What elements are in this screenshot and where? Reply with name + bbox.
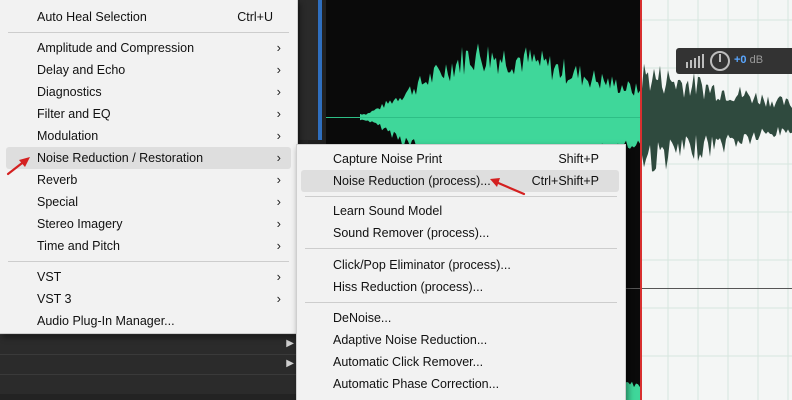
menu-item-label: Filter and EQ bbox=[37, 107, 111, 121]
menu-item-label: Automatic Phase Correction... bbox=[333, 377, 500, 391]
menu-item-shortcut: Ctrl+U bbox=[237, 10, 273, 24]
menu-item-filter-and-eq[interactable]: Filter and EQ › bbox=[6, 103, 291, 125]
menu-item-vst[interactable]: VST › bbox=[6, 266, 291, 288]
submenu-arrow-icon: › bbox=[276, 40, 281, 55]
menu-item-click-pop-eliminator[interactable]: Click/Pop Eliminator (process)... bbox=[301, 254, 619, 276]
menu-item-adaptive-noise-reduction[interactable]: Adaptive Noise Reduction... bbox=[301, 329, 619, 351]
menu-item-label: Auto Heal Selection bbox=[37, 10, 147, 24]
menu-item-label: Capture Noise Print bbox=[333, 152, 443, 166]
menu-separator bbox=[305, 302, 617, 303]
menu-item-shortcut: Ctrl+Shift+P bbox=[531, 174, 599, 188]
menu-item-label: Hiss Reduction (process)... bbox=[333, 280, 484, 294]
channel-center-line bbox=[326, 117, 642, 118]
menu-item-denoise[interactable]: DeNoise... bbox=[301, 307, 619, 329]
menu-item-label: Noise Reduction (process)... bbox=[333, 174, 491, 188]
menu-item-shortcut: Shift+P bbox=[558, 152, 599, 166]
menu-item-label: Sound Remover (process)... bbox=[333, 226, 490, 240]
menu-item-time-and-pitch[interactable]: Time and Pitch › bbox=[6, 235, 291, 257]
menu-item-diagnostics[interactable]: Diagnostics › bbox=[6, 81, 291, 103]
menu-item-label: Automatic Click Remover... bbox=[333, 355, 484, 369]
menu-item-reverb[interactable]: Reverb › bbox=[6, 169, 291, 191]
submenu-arrow-icon: › bbox=[276, 172, 281, 187]
menu-item-learn-sound-model[interactable]: Learn Sound Model bbox=[301, 200, 619, 222]
menu-separator bbox=[305, 248, 617, 249]
menu-item-label: VST 3 bbox=[37, 292, 72, 306]
menu-separator bbox=[305, 196, 617, 197]
submenu-arrow-icon: › bbox=[276, 269, 281, 284]
playhead-marker[interactable] bbox=[640, 0, 642, 400]
menu-item-hiss-reduction[interactable]: Hiss Reduction (process)... bbox=[301, 276, 619, 298]
menu-item-vst3[interactable]: VST 3 › bbox=[6, 288, 291, 310]
menu-item-noise-reduction-process[interactable]: Noise Reduction (process)... Ctrl+Shift+… bbox=[301, 170, 619, 192]
gain-knob-icon[interactable] bbox=[710, 51, 730, 71]
menu-item-capture-noise-print[interactable]: Capture Noise Print Shift+P bbox=[301, 148, 619, 170]
menu-item-label: Audio Plug-In Manager... bbox=[37, 314, 175, 328]
menu-item-label: Reverb bbox=[37, 173, 78, 187]
menu-item-sound-remover[interactable]: Sound Remover (process)... bbox=[301, 222, 619, 244]
menu-item-label: Stereo Imagery bbox=[37, 217, 123, 231]
submenu-arrow-icon: › bbox=[276, 62, 281, 77]
gain-value: +0 bbox=[734, 54, 747, 66]
submenu-arrow-icon: › bbox=[276, 291, 281, 306]
channel-center-line bbox=[626, 288, 792, 289]
menu-item-label: Modulation bbox=[37, 129, 99, 143]
menu-item-label: Click/Pop Eliminator (process)... bbox=[333, 258, 511, 272]
menu-separator bbox=[8, 32, 289, 33]
menu-item-label: VST bbox=[37, 270, 62, 284]
submenu-arrow-icon: › bbox=[276, 216, 281, 231]
menu-item-special[interactable]: Special › bbox=[6, 191, 291, 213]
menu-item-automatic-click-remover[interactable]: Automatic Click Remover... bbox=[301, 351, 619, 373]
submenu-arrow-icon: › bbox=[276, 238, 281, 253]
menu-item-audio-plug-in-manager[interactable]: Audio Plug-In Manager... bbox=[6, 310, 291, 332]
menu-item-noise-reduction-restoration[interactable]: Noise Reduction / Restoration › bbox=[6, 147, 291, 169]
menu-item-label: Special bbox=[37, 195, 78, 209]
gain-unit: dB bbox=[749, 54, 764, 66]
menu-item-label: Diagnostics bbox=[37, 85, 102, 99]
noise-reduction-submenu: Capture Noise Print Shift+P Noise Reduct… bbox=[296, 144, 626, 400]
menu-item-label: Learn Sound Model bbox=[333, 204, 443, 218]
annotation-arrow-icon bbox=[490, 178, 526, 196]
menu-item-automatic-phase-correction[interactable]: Automatic Phase Correction... bbox=[301, 373, 619, 395]
menu-item-modulation[interactable]: Modulation › bbox=[6, 125, 291, 147]
submenu-arrow-icon: › bbox=[276, 150, 281, 165]
submenu-arrow-icon: › bbox=[276, 128, 281, 143]
menu-item-delay-and-echo[interactable]: Delay and Echo › bbox=[6, 59, 291, 81]
annotation-arrow-icon bbox=[6, 157, 30, 176]
menu-item-amplitude-and-compression[interactable]: Amplitude and Compression › bbox=[6, 37, 291, 59]
submenu-arrow-icon: › bbox=[276, 194, 281, 209]
level-meter-icon bbox=[686, 54, 704, 68]
menu-separator bbox=[8, 261, 289, 262]
menu-item-label: DeNoise... bbox=[333, 311, 392, 325]
menu-item-auto-heal-selection[interactable]: Auto Heal Selection Ctrl+U bbox=[6, 6, 291, 28]
submenu-arrow-icon: › bbox=[276, 84, 281, 99]
menu-item-label: Delay and Echo bbox=[37, 63, 126, 77]
submenu-arrow-icon: › bbox=[276, 106, 281, 121]
menu-item-label: Amplitude and Compression bbox=[37, 41, 195, 55]
menu-item-stereo-imagery[interactable]: Stereo Imagery › bbox=[6, 213, 291, 235]
gain-readout[interactable]: +0 dB bbox=[734, 54, 763, 66]
menu-item-label: Time and Pitch bbox=[37, 239, 120, 253]
effects-menu: Auto Heal Selection Ctrl+U Amplitude and… bbox=[0, 0, 298, 334]
menu-item-label: Noise Reduction / Restoration bbox=[37, 151, 204, 165]
amplitude-hud[interactable]: +0 dB bbox=[676, 48, 792, 74]
menu-item-label: Adaptive Noise Reduction... bbox=[333, 333, 488, 347]
